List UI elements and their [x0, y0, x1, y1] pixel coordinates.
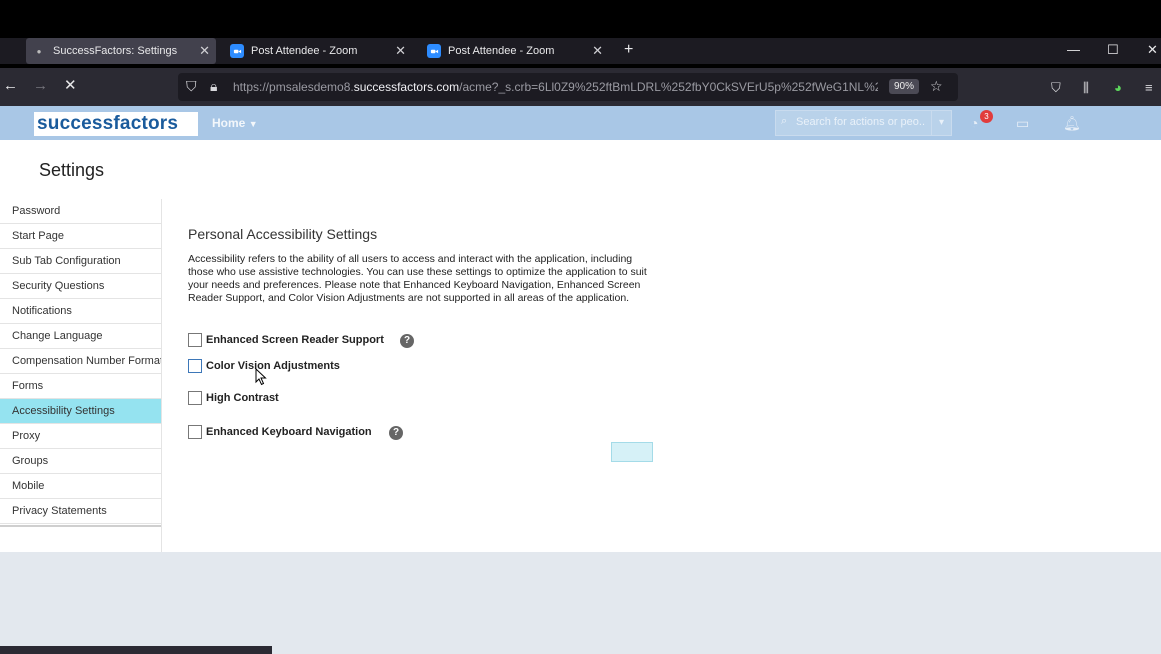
back-arrow-icon[interactable]: ←: [3, 78, 18, 94]
search-icon: ⌕: [781, 115, 788, 127]
sidebar-item-start-page[interactable]: Start Page: [0, 224, 161, 249]
approvals-icon[interactable]: ◔: [970, 115, 978, 131]
accessibility-settings-panel: Personal Accessibility Settings Accessib…: [188, 226, 658, 440]
option-enhanced-screen-reader: Enhanced Screen Reader Support: [188, 333, 384, 347]
sidebar-item-mobile[interactable]: Mobile: [0, 474, 161, 499]
option-label[interactable]: Color Vision Adjustments: [206, 360, 340, 372]
sidebar-item-privacy-statements[interactable]: Privacy Statements: [0, 499, 161, 524]
window-close-icon[interactable]: ✕: [1147, 42, 1158, 58]
sidebar-item-proxy[interactable]: Proxy: [0, 424, 161, 449]
chat-icon[interactable]: ▭: [1016, 115, 1029, 132]
mouse-cursor-icon: [255, 368, 267, 386]
home-menu[interactable]: Home ▼: [212, 116, 258, 130]
browser-status-bar: [0, 646, 272, 654]
sidebar-divider: [0, 525, 161, 527]
section-heading: Personal Accessibility Settings: [188, 226, 378, 242]
star-bookmark-icon[interactable]: ☆: [930, 78, 943, 95]
browser-tab-bar: ● SuccessFactors: Settings ✕ Post Attend…: [0, 38, 1161, 64]
close-icon[interactable]: ✕: [592, 44, 603, 57]
sidebar-item-notifications[interactable]: Notifications: [0, 299, 161, 324]
settings-sidebar: Password Start Page Sub Tab Configuratio…: [0, 199, 162, 552]
new-tab-plus-icon[interactable]: +: [624, 41, 633, 59]
shield-icon[interactable]: ⛉: [186, 78, 197, 95]
close-icon[interactable]: ✕: [395, 44, 406, 57]
minimize-icon[interactable]: —: [1067, 42, 1080, 57]
option-enhanced-keyboard-navigation: Enhanced Keyboard Navigation: [188, 425, 372, 439]
settings-page: Settings Password Start Page Sub Tab Con…: [0, 140, 1161, 552]
pocket-icon[interactable]: ⛉: [1051, 80, 1061, 96]
sidebar-item-password[interactable]: Password: [0, 199, 161, 224]
browser-nav-bar: ← → ✕ ⛉ 🔒︎ https://pmsalesdemo8.successf…: [0, 68, 1161, 106]
sidebar-item-security-questions[interactable]: Security Questions: [0, 274, 161, 299]
option-high-contrast: High Contrast: [188, 391, 279, 405]
forward-arrow-icon[interactable]: →: [33, 78, 48, 94]
sidebar-item-compensation-number-format[interactable]: Compensation Number Format: [0, 349, 161, 374]
help-icon[interactable]: ?: [400, 334, 414, 348]
option-label[interactable]: Enhanced Screen Reader Support: [206, 334, 384, 346]
address-bar[interactable]: ⛉ 🔒︎ https://pmsalesdemo8.successfactors…: [178, 73, 958, 101]
tab-title: SuccessFactors: Settings: [53, 45, 178, 57]
stop-loading-icon[interactable]: ✕: [64, 78, 77, 94]
save-button[interactable]: [611, 442, 653, 462]
maximize-icon[interactable]: ☐: [1107, 42, 1119, 58]
successfactors-logo[interactable]: successfactors: [34, 112, 198, 136]
page-title: Settings: [39, 160, 105, 180]
page-footer-area: [0, 552, 1161, 654]
url-text[interactable]: https://pmsalesdemo8.successfactors.com/…: [233, 80, 878, 94]
close-icon[interactable]: ✕: [199, 44, 210, 57]
notification-count-badge: 3: [980, 110, 993, 123]
library-icon[interactable]: ⫼: [1083, 80, 1089, 96]
enhanced-keyboard-navigation-checkbox[interactable]: [188, 425, 202, 439]
browser-tab-zoom-1[interactable]: Post Attendee - Zoom ✕: [228, 38, 412, 64]
screen: ● SuccessFactors: Settings ✕ Post Attend…: [0, 0, 1161, 654]
browser-tab-zoom-2[interactable]: Post Attendee - Zoom ✕: [425, 38, 609, 64]
sidebar-item-sub-tab-configuration[interactable]: Sub Tab Configuration: [0, 249, 161, 274]
help-icon[interactable]: ?: [389, 426, 403, 440]
sidebar-item-accessibility-settings[interactable]: Accessibility Settings: [0, 399, 161, 424]
search-input[interactable]: [796, 116, 926, 128]
section-description: Accessibility refers to the ability of a…: [188, 253, 647, 304]
lock-icon[interactable]: 🔒︎: [210, 78, 217, 95]
option-label[interactable]: High Contrast: [206, 392, 279, 404]
color-vision-checkbox[interactable]: [188, 359, 202, 373]
chevron-down-icon[interactable]: ▾: [931, 111, 951, 135]
sidebar-item-change-language[interactable]: Change Language: [0, 324, 161, 349]
high-contrast-checkbox[interactable]: [188, 391, 202, 405]
tab-title: Post Attendee - Zoom: [251, 45, 358, 57]
zoom-favicon-icon: [230, 44, 244, 58]
bell-icon[interactable]: 🔔︎: [1063, 115, 1081, 132]
extension-icon[interactable]: ◕: [1114, 80, 1122, 95]
zoom-favicon-icon: [427, 44, 441, 58]
chevron-down-icon: ▼: [248, 119, 258, 129]
sidebar-item-forms[interactable]: Forms: [0, 374, 161, 399]
enhanced-screen-reader-checkbox[interactable]: [188, 333, 202, 347]
settings-favicon-icon: ●: [36, 46, 42, 56]
zoom-level-badge[interactable]: 90%: [889, 79, 920, 94]
browser-tab-successfactors[interactable]: ● SuccessFactors: Settings ✕: [26, 38, 216, 64]
option-label[interactable]: Enhanced Keyboard Navigation: [206, 426, 372, 438]
hamburger-menu-icon[interactable]: ≡: [1145, 80, 1153, 95]
tab-title: Post Attendee - Zoom: [448, 45, 555, 57]
sidebar-item-groups[interactable]: Groups: [0, 449, 161, 474]
search-box[interactable]: ⌕ ▾: [775, 110, 952, 136]
